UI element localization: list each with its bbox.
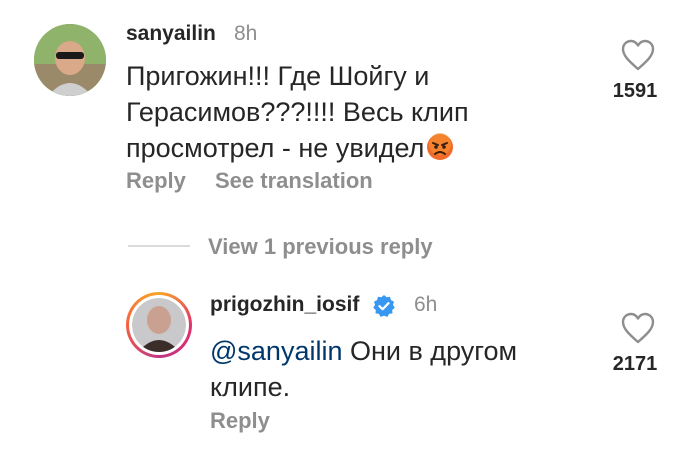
thread-divider (128, 245, 190, 247)
reply-line: @sanyailin Они в другом (210, 336, 518, 366)
heart-icon (621, 39, 655, 71)
comment-reply-button[interactable]: Reply (126, 168, 186, 194)
reply-text: @sanyailin Они в другом клипе. (210, 333, 590, 405)
comment-like-count: 1591 (612, 80, 658, 102)
reply-like-count: 2171 (612, 353, 658, 375)
reply-like-button[interactable] (620, 311, 656, 350)
comment-text: Пригожин!!! Где Шойгу и Герасимов???!!!!… (126, 58, 586, 166)
reply-avatar[interactable] (126, 292, 192, 358)
comment-like-button[interactable] (620, 38, 656, 77)
comment-username[interactable]: sanyailin (126, 22, 216, 46)
comment-timestamp: 8h (234, 22, 258, 45)
reply-line: клипе. (210, 372, 291, 402)
see-translation-button[interactable]: See translation (215, 168, 373, 194)
reply-timestamp: 6h (414, 293, 438, 316)
view-previous-replies-button[interactable]: View 1 previous reply (208, 234, 433, 260)
reply-reply-button[interactable]: Reply (210, 408, 270, 434)
comment-line: просмотрел - не увидел (126, 130, 586, 166)
heart-icon (621, 312, 655, 344)
verified-badge-icon (372, 294, 396, 318)
comment-line: Пригожин!!! Где Шойгу и (126, 61, 430, 91)
angry-face-icon (426, 133, 454, 161)
comment-line: Герасимов???!!!! Весь клип (126, 97, 469, 127)
reply-username[interactable]: prigozhin_iosif (210, 293, 359, 317)
comment-avatar[interactable] (34, 24, 106, 96)
user-mention-link[interactable]: @sanyailin (210, 336, 342, 366)
